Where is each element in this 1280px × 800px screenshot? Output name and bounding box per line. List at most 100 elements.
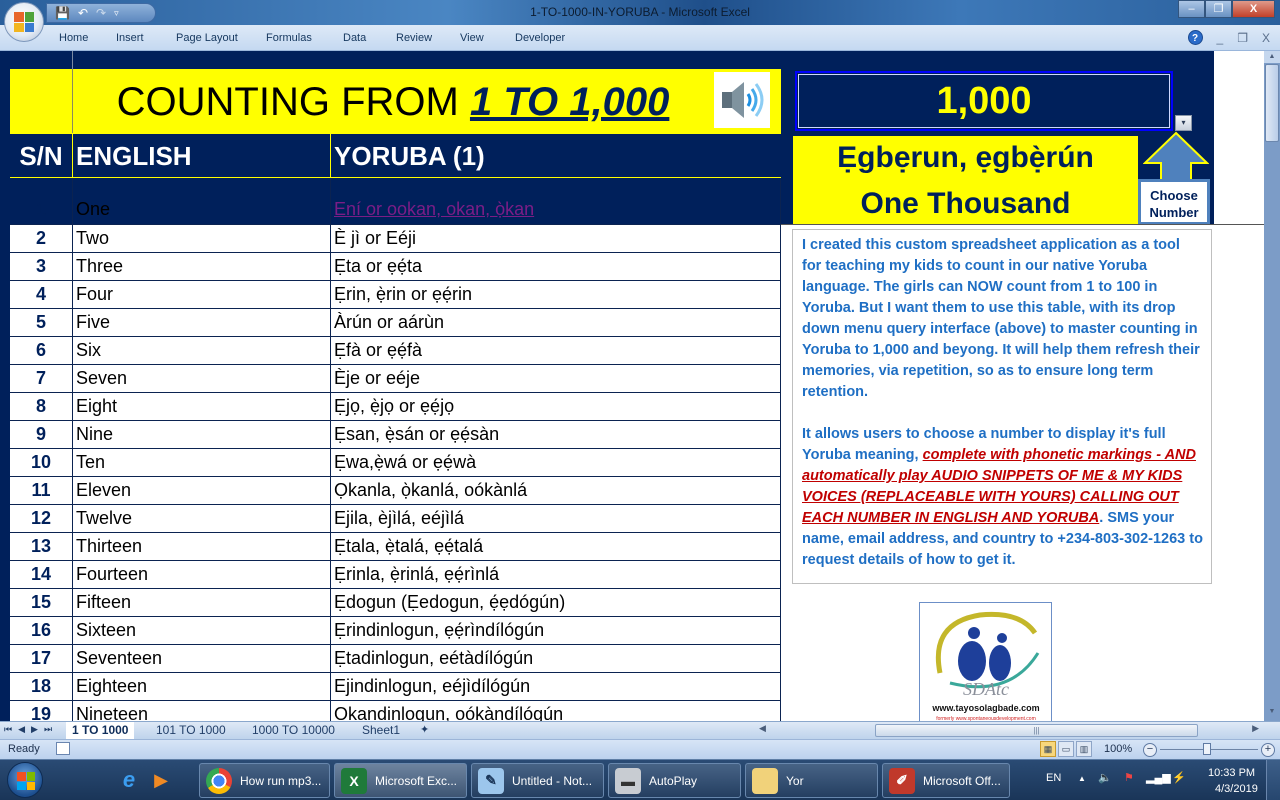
cell-english[interactable]: Nineteen <box>73 701 331 721</box>
taskbar-item[interactable]: How run mp3... <box>199 763 330 798</box>
page-break-view-icon[interactable]: ▥ <box>1076 741 1092 757</box>
cell-yoruba-link[interactable]: Ení or ookan, okan, ọ̀kan <box>331 178 781 224</box>
cell-sn[interactable]: 19 <box>10 701 73 721</box>
cell-sn[interactable]: 11 <box>10 477 73 504</box>
cell-yoruba[interactable]: Ejindinlogun, eéjìdílógún <box>331 673 781 700</box>
cell-yoruba[interactable]: Ẹrindinlogun, ẹẹ́rìndílógún <box>331 617 781 644</box>
cell-english[interactable]: Eleven <box>73 477 331 504</box>
cell-english[interactable]: Seventeen <box>73 645 331 672</box>
cell-sn[interactable]: 5 <box>10 309 73 336</box>
macro-recording-icon[interactable] <box>56 742 70 755</box>
taskbar-item[interactable]: X Microsoft Exc... <box>334 763 467 798</box>
cell-sn[interactable]: 8 <box>10 393 73 420</box>
cell-english[interactable]: Three <box>73 253 331 280</box>
cell-sn[interactable]: 16 <box>10 617 73 644</box>
restore-button[interactable]: ❐ <box>1205 0 1232 18</box>
horizontal-scrollbar[interactable]: ◀ ||| ▶ <box>757 723 1263 738</box>
scroll-right-icon[interactable]: ▶ <box>1252 723 1259 734</box>
clock-time[interactable]: 10:33 PM <box>1208 767 1255 779</box>
cell-yoruba[interactable]: È jì or Eéji <box>331 225 781 252</box>
tab-home[interactable]: Home <box>59 32 88 44</box>
cell-english[interactable]: Eight <box>73 393 331 420</box>
tab-page-layout[interactable]: Page Layout <box>176 32 238 44</box>
action-center-icon[interactable]: ⚑ <box>1124 771 1134 784</box>
cell-sn[interactable]: 7 <box>10 365 73 392</box>
cell-yoruba[interactable]: Ejila, èjìlá, eéjìlá <box>331 505 781 532</box>
show-hidden-icons-icon[interactable]: ▲ <box>1078 774 1086 783</box>
insert-sheet-icon[interactable]: ✦ <box>414 722 435 739</box>
office-button[interactable] <box>4 2 44 42</box>
cell-yoruba[interactable]: Èje or eéje <box>331 365 781 392</box>
cell-english[interactable]: Eighteen <box>73 673 331 700</box>
cell-sn[interactable]: 18 <box>10 673 73 700</box>
cell-yoruba[interactable]: Ẹsan, ẹ̀sán or ẹẹ́sàn <box>331 421 781 448</box>
worksheet[interactable]: COUNTING FROM 1 TO 1,000 S/N ENGLISH YOR… <box>0 51 1264 721</box>
cell-english[interactable]: One <box>73 178 331 224</box>
cell-yoruba[interactable]: Ẹrin, ẹ̀rin or ẹẹ́rin <box>331 281 781 308</box>
cell-sn[interactable]: 6 <box>10 337 73 364</box>
cell-yoruba[interactable]: Ọkandinlogun, oókàndílógún <box>331 701 781 721</box>
speaker-button[interactable] <box>714 72 770 128</box>
cell-yoruba[interactable]: Ẹdogun (Ẹedogun, ẹ́ẹdógún) <box>331 589 781 616</box>
cell-english[interactable]: Five <box>73 309 331 336</box>
next-sheet-icon[interactable]: ▶ <box>31 724 38 735</box>
tab-data[interactable]: Data <box>343 32 366 44</box>
workbook-minimize-button[interactable]: _ <box>1217 31 1224 45</box>
first-sheet-icon[interactable]: ⏮ <box>4 724 12 735</box>
cell-sn[interactable]: 1 <box>10 178 73 224</box>
cell-yoruba[interactable]: Ẹtala, ẹ̀talá, ẹẹ́talá <box>331 533 781 560</box>
help-icon[interactable]: ? <box>1187 30 1203 45</box>
cell-sn[interactable]: 17 <box>10 645 73 672</box>
cell-sn[interactable]: 9 <box>10 421 73 448</box>
network-signal-icon[interactable]: ▂▄▆ <box>1146 771 1171 784</box>
cell-sn[interactable]: 14 <box>10 561 73 588</box>
vertical-scrollbar[interactable]: ▲ ▼ <box>1264 51 1280 721</box>
scroll-up-icon[interactable]: ▲ <box>1264 51 1280 63</box>
cell-sn[interactable]: 12 <box>10 505 73 532</box>
power-icon[interactable]: ⚡ <box>1172 771 1186 784</box>
zoom-out-button[interactable]: − <box>1143 743 1157 757</box>
media-player-icon[interactable]: ▶ <box>144 764 178 796</box>
cell-english[interactable]: Nine <box>73 421 331 448</box>
cell-sn[interactable]: 4 <box>10 281 73 308</box>
taskbar-item[interactable]: ✎ Untitled - Not... <box>471 763 604 798</box>
normal-view-icon[interactable]: ▦ <box>1040 741 1056 757</box>
cell-yoruba[interactable]: Ẹwa,ẹ̀wá or ẹẹ́wà <box>331 449 781 476</box>
cell-english[interactable]: Twelve <box>73 505 331 532</box>
taskbar-item[interactable]: Yor <box>745 763 878 798</box>
cell-english[interactable]: Fifteen <box>73 589 331 616</box>
zoom-level[interactable]: 100% <box>1104 743 1132 755</box>
close-button[interactable]: X <box>1232 0 1275 18</box>
cell-sn[interactable]: 3 <box>10 253 73 280</box>
cell-english[interactable]: Thirteen <box>73 533 331 560</box>
last-sheet-icon[interactable]: ⏭ <box>44 724 52 735</box>
zoom-slider-thumb[interactable] <box>1203 743 1211 755</box>
tab-formulas[interactable]: Formulas <box>266 32 312 44</box>
sheet-tab-1-to-1000[interactable]: 1 TO 1000 <box>66 722 135 739</box>
horizontal-scroll-thumb[interactable]: ||| <box>875 724 1198 737</box>
cell-yoruba[interactable]: Àrún or aárùn <box>331 309 781 336</box>
scroll-left-icon[interactable]: ◀ <box>759 723 766 734</box>
clock-date[interactable]: 4/3/2019 <box>1215 783 1258 795</box>
page-layout-view-icon[interactable]: ▭ <box>1058 741 1074 757</box>
workbook-close-button[interactable]: X <box>1262 31 1270 45</box>
cell-yoruba[interactable]: Ẹta or ẹẹ́ta <box>331 253 781 280</box>
tab-insert[interactable]: Insert <box>116 32 144 44</box>
taskbar-item[interactable]: ▬ AutoPlay <box>608 763 741 798</box>
cell-english[interactable]: Four <box>73 281 331 308</box>
cell-sn[interactable]: 15 <box>10 589 73 616</box>
number-select-cell[interactable]: 1,000 <box>795 71 1173 131</box>
cell-sn[interactable]: 10 <box>10 449 73 476</box>
scroll-down-icon[interactable]: ▼ <box>1264 705 1280 719</box>
start-button[interactable] <box>7 762 43 798</box>
cell-sn[interactable]: 13 <box>10 533 73 560</box>
tab-developer[interactable]: Developer <box>515 32 565 44</box>
cell-english[interactable]: Fourteen <box>73 561 331 588</box>
cell-english[interactable]: Seven <box>73 365 331 392</box>
cell-yoruba[interactable]: Ẹrinla, ẹ̀rinlá, ẹẹ́rìnlá <box>331 561 781 588</box>
cell-yoruba[interactable]: Ẹtadinlogun, eétàdílógún <box>331 645 781 672</box>
zoom-in-button[interactable]: + <box>1261 743 1275 757</box>
language-indicator[interactable]: EN <box>1046 772 1061 784</box>
cell-english[interactable]: Ten <box>73 449 331 476</box>
cell-english[interactable]: Sixteen <box>73 617 331 644</box>
